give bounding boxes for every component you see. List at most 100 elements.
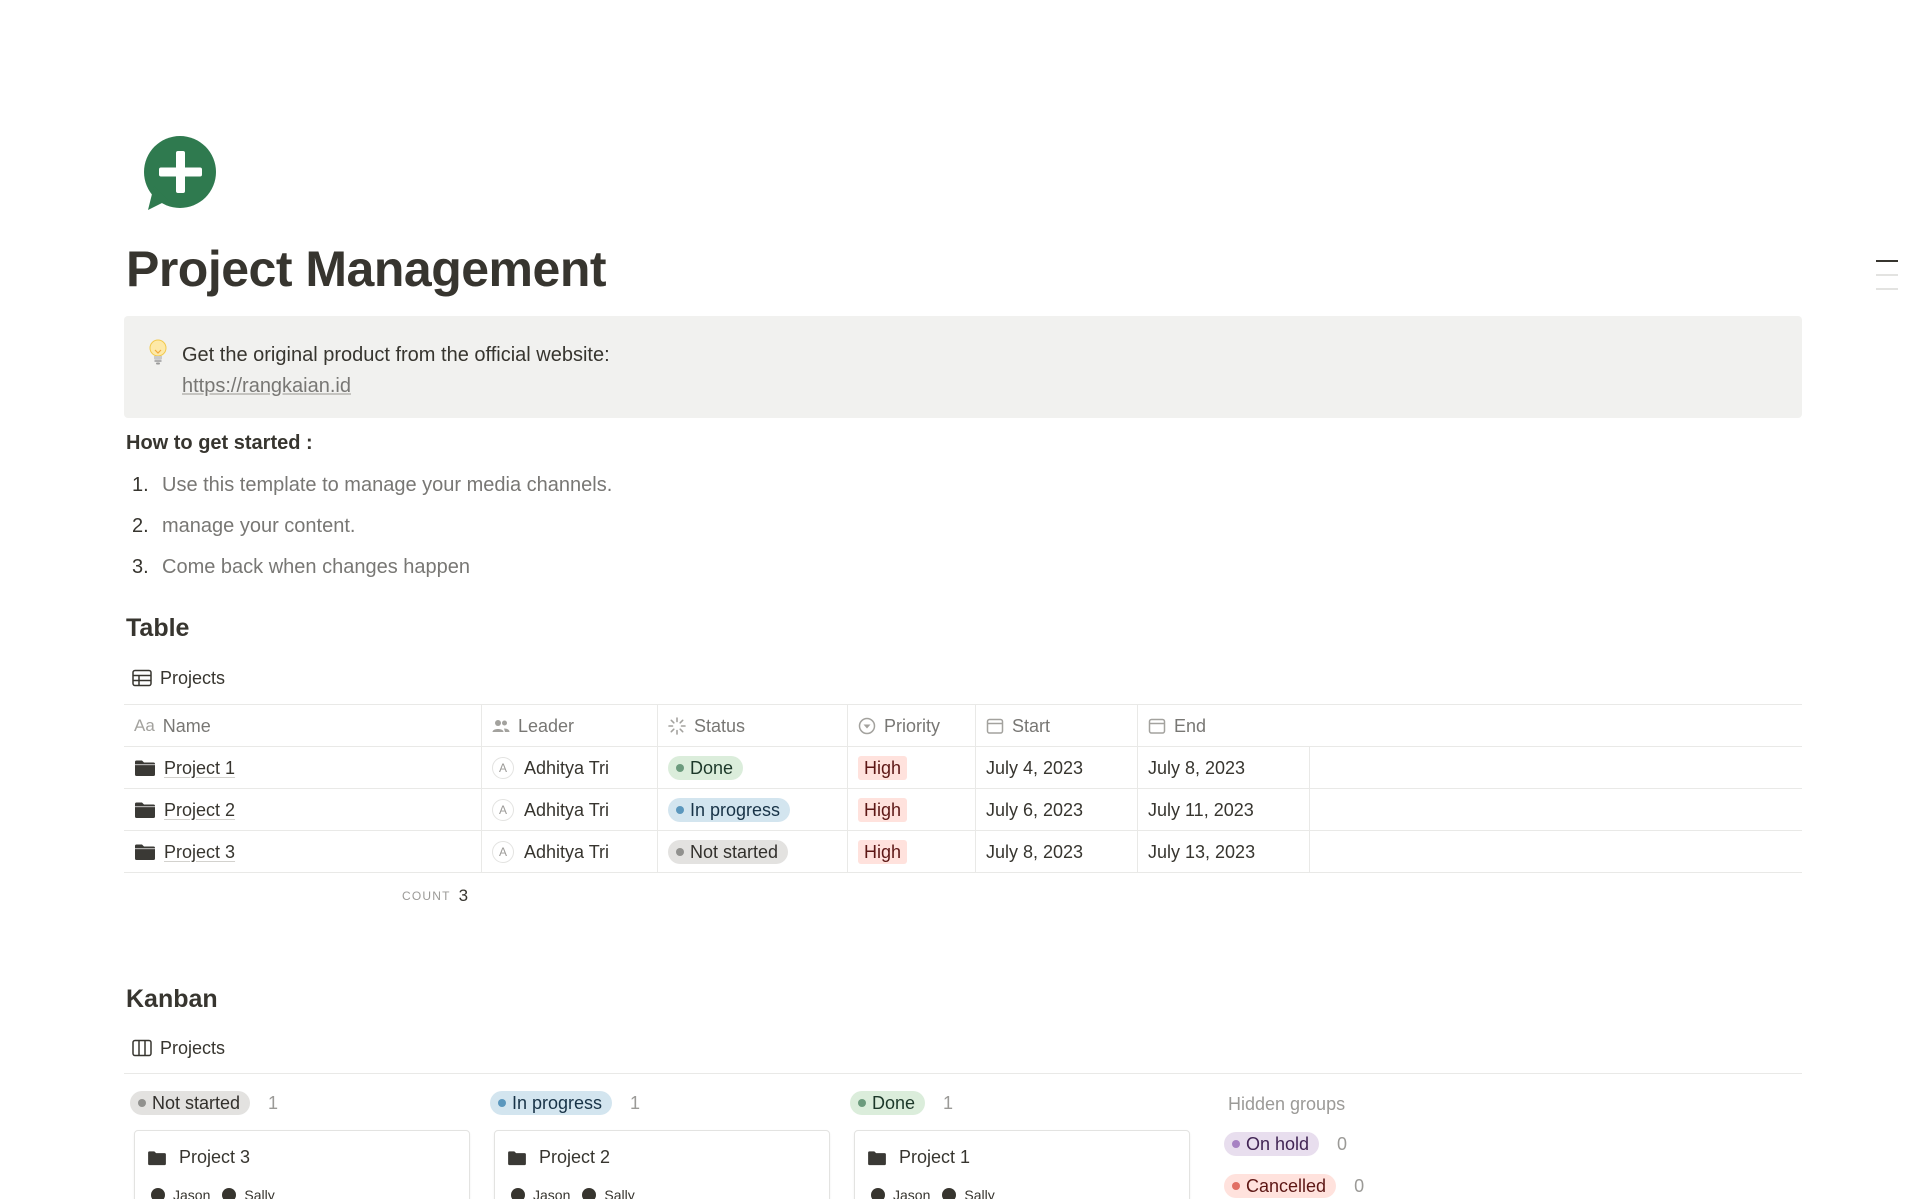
- column-header-priority[interactable]: Priority: [848, 705, 976, 747]
- table-header-row: Aa Name Leader Status Priority Start End: [124, 705, 1802, 747]
- step-text[interactable]: manage your content.: [162, 511, 355, 541]
- cell-start[interactable]: July 6, 2023: [976, 789, 1138, 831]
- avatar: A: [492, 799, 514, 821]
- cell-name[interactable]: Project 1: [124, 747, 482, 789]
- column-header-status[interactable]: Status: [658, 705, 848, 747]
- cell-end[interactable]: July 13, 2023: [1138, 831, 1310, 873]
- status-label: In progress: [512, 1092, 603, 1113]
- callout-link[interactable]: https://rangkaian.id: [182, 371, 351, 401]
- step-text[interactable]: Use this template to manage your media c…: [162, 470, 612, 500]
- cell-leader[interactable]: A Adhitya Tri: [482, 747, 658, 789]
- hidden-group-on-hold[interactable]: On hold 0: [1224, 1130, 1364, 1158]
- getting-started-heading: How to get started :: [126, 432, 313, 454]
- cell-start[interactable]: July 4, 2023: [976, 747, 1138, 789]
- leader-name: Adhitya Tri: [524, 799, 610, 820]
- kanban-card[interactable]: Project 3 Jason Sally: [134, 1130, 470, 1199]
- leader-name: Adhitya Tri: [524, 841, 610, 862]
- toc-line: [1876, 288, 1898, 290]
- person: Jason: [151, 1187, 210, 1199]
- folder-icon: [868, 1150, 886, 1165]
- status-label: Done: [872, 1092, 916, 1113]
- count-summary[interactable]: COUNT 3: [402, 886, 468, 906]
- column-count: 1: [268, 1092, 279, 1113]
- status-badge: Not started: [130, 1091, 251, 1115]
- cell-end[interactable]: July 11, 2023: [1138, 789, 1310, 831]
- cell-leader[interactable]: A Adhitya Tri: [482, 789, 658, 831]
- column-header[interactable]: Done 1: [850, 1090, 1186, 1116]
- cell-status[interactable]: Done: [658, 747, 848, 789]
- column-header-name[interactable]: Aa Name: [124, 705, 482, 747]
- kanban-card[interactable]: Project 1 Jason Sally: [854, 1130, 1190, 1199]
- person-name: Sally: [964, 1187, 995, 1199]
- column-count: 1: [630, 1092, 641, 1113]
- kanban-column-not-started: Not started 1 Project 3 Jason Sally: [130, 1090, 470, 1199]
- row-title[interactable]: Project 3: [164, 842, 235, 863]
- column-header-start[interactable]: Start: [976, 705, 1138, 747]
- table-view-tab[interactable]: Projects: [132, 663, 225, 693]
- column-label: Priority: [884, 715, 941, 736]
- cell-priority[interactable]: High: [848, 747, 976, 789]
- cell-priority[interactable]: High: [848, 789, 976, 831]
- cell-status[interactable]: In progress: [658, 789, 848, 831]
- chat-plus-icon[interactable]: [138, 134, 218, 214]
- cell-name[interactable]: Project 2: [124, 789, 482, 831]
- kanban-heading: Kanban: [126, 985, 218, 1013]
- column-header-end[interactable]: End: [1138, 705, 1310, 747]
- column-header[interactable]: In progress 1: [490, 1090, 826, 1116]
- person: Sally: [582, 1187, 635, 1199]
- select-icon: [858, 717, 876, 735]
- row-title[interactable]: Project 2: [164, 800, 235, 821]
- callout-text: Get the original product from the offici…: [182, 344, 610, 366]
- hidden-groups-title: Hidden groups: [1228, 1094, 1346, 1114]
- page-title[interactable]: Project Management: [126, 240, 607, 298]
- card-people: Jason Sally: [871, 1187, 1007, 1199]
- card-people: Jason Sally: [511, 1187, 647, 1199]
- priority-tag: High: [858, 840, 908, 864]
- table-of-contents[interactable]: [1876, 260, 1898, 302]
- person: Jason: [871, 1187, 930, 1199]
- kanban-card[interactable]: Project 2 Jason Sally: [494, 1130, 830, 1199]
- board-icon: [132, 1039, 152, 1057]
- divider: [124, 1073, 1802, 1074]
- count-value: 3: [458, 886, 469, 905]
- table-row[interactable]: Project 3 A Adhitya Tri Not started High…: [124, 831, 1802, 873]
- hidden-group-cancelled[interactable]: Cancelled 0: [1224, 1172, 1364, 1199]
- cell-status[interactable]: Not started: [658, 831, 848, 873]
- priority-tag: High: [858, 798, 908, 822]
- card-people: Jason Sally: [151, 1187, 287, 1199]
- person-name: Jason: [173, 1187, 211, 1199]
- person: Sally: [942, 1187, 995, 1199]
- cell-leader[interactable]: A Adhitya Tri: [482, 831, 658, 873]
- column-label: Name: [162, 715, 211, 736]
- status-icon: [668, 717, 686, 735]
- column-header-leader[interactable]: Leader: [482, 705, 658, 747]
- status-label: Not started: [690, 841, 779, 862]
- lightbulb-icon: [149, 339, 167, 365]
- row-title[interactable]: Project 1: [164, 758, 235, 779]
- status-badge: In progress: [668, 798, 791, 822]
- column-label: Start: [1012, 715, 1051, 736]
- cell-start[interactable]: July 8, 2023: [976, 831, 1138, 873]
- hidden-groups: Hidden groups On hold 0 Cancelled 0: [1224, 1090, 1364, 1199]
- cell-priority[interactable]: High: [848, 831, 976, 873]
- column-header[interactable]: Not started 1: [130, 1090, 466, 1116]
- card-title: Project 2: [507, 1147, 610, 1168]
- card-title: Project 3: [147, 1147, 250, 1168]
- status-label: Done: [690, 757, 734, 778]
- status-label: In progress: [690, 799, 781, 820]
- board-view-tab[interactable]: Projects: [132, 1033, 225, 1063]
- toc-line: [1876, 274, 1898, 276]
- status-label: Not started: [152, 1092, 241, 1113]
- cell-end[interactable]: July 8, 2023: [1138, 747, 1310, 789]
- column-label: Leader: [518, 715, 575, 736]
- toc-line: [1876, 260, 1898, 262]
- column-label: End: [1174, 715, 1207, 736]
- table-row[interactable]: Project 2 A Adhitya Tri In progress High…: [124, 789, 1802, 831]
- cell-name[interactable]: Project 3: [124, 831, 482, 873]
- person-name: Jason: [893, 1187, 931, 1199]
- step-text[interactable]: Come back when changes happen: [162, 552, 470, 582]
- table-row[interactable]: Project 1 A Adhitya Tri Done High July 4…: [124, 747, 1802, 789]
- status-badge: Not started: [668, 840, 789, 864]
- avatar: [871, 1188, 885, 1199]
- people-icon: [492, 718, 510, 734]
